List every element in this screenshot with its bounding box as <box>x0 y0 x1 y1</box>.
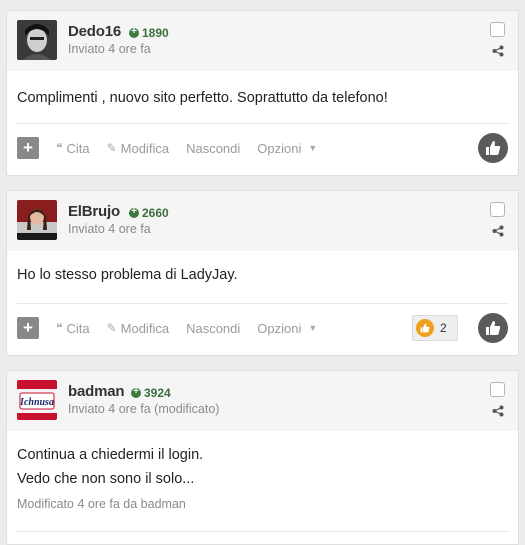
post-text-line: Vedo che non sono il solo... <box>17 471 195 487</box>
divider <box>17 303 508 304</box>
options-dropdown[interactable]: Opzioni ▼ <box>257 141 317 156</box>
thumbs-up-icon <box>486 321 501 335</box>
pencil-icon: ✎ <box>106 321 117 335</box>
post-text: Ho lo stesso problema di LadyJay. <box>17 267 238 283</box>
edit-button[interactable]: ✎ Modifica <box>107 141 169 156</box>
post-timestamp[interactable]: Inviato 4 ore fa <box>68 222 151 236</box>
plus-circle-icon <box>129 208 139 218</box>
select-checkbox[interactable] <box>490 22 505 37</box>
plus-circle-icon <box>131 388 141 398</box>
username[interactable]: Dedo16 <box>68 23 121 40</box>
reaction-count[interactable]: 2 <box>412 315 458 341</box>
multiquote-button[interactable]: + <box>17 137 39 159</box>
share-icon[interactable] <box>492 405 504 417</box>
post-timestamp[interactable]: Inviato 4 ore fa (modificato) <box>68 402 219 416</box>
edit-button[interactable]: ✎ Modifica <box>107 321 169 336</box>
post-header: ElBrujo 2660 Inviato 4 ore fa <box>7 191 518 251</box>
post-content: Complimenti , nuovo sito perfetto. Sopra… <box>7 71 518 110</box>
reputation-value: 1890 <box>142 26 169 40</box>
reputation-badge: 3924 <box>131 386 171 400</box>
divider <box>17 123 508 124</box>
multiquote-button[interactable]: + <box>17 317 39 339</box>
avatar[interactable] <box>17 20 57 60</box>
share-icon[interactable] <box>492 45 504 57</box>
like-button[interactable] <box>478 313 508 343</box>
post: ElBrujo 2660 Inviato 4 ore fa Ho lo stes… <box>6 190 519 356</box>
divider <box>17 531 508 532</box>
post: Ichnusa badman 3924 Inviato 4 ore fa (mo… <box>6 370 519 545</box>
avatar[interactable]: Ichnusa <box>17 380 57 420</box>
select-checkbox[interactable] <box>490 382 505 397</box>
avatar[interactable] <box>17 200 57 240</box>
reputation-value: 2660 <box>142 206 169 220</box>
hide-button[interactable]: Nascondi <box>186 321 240 336</box>
quote-button[interactable]: ❝ Cita <box>56 141 90 156</box>
reputation-badge: 2660 <box>129 206 169 220</box>
quote-icon: ❝ <box>56 321 63 335</box>
post-content: Ho lo stesso problema di LadyJay. <box>7 251 518 287</box>
post-content: Continua a chiedermi il login. Vedo che … <box>7 431 518 511</box>
reputation-value: 3924 <box>144 386 171 400</box>
pencil-icon: ✎ <box>106 141 117 155</box>
caret-down-icon: ▼ <box>308 323 318 333</box>
caret-down-icon: ▼ <box>308 143 318 153</box>
quote-button[interactable]: ❝ Cita <box>56 321 90 336</box>
reaction-count-value: 2 <box>440 321 447 335</box>
edited-note: Modificato 4 ore fa da badman <box>17 497 186 511</box>
post-controls: + ❝ Cita ✎ Modifica Nascondi Opzioni ▼ <box>17 133 508 163</box>
quote-icon: ❝ <box>56 141 63 155</box>
thumbs-up-icon <box>486 141 501 155</box>
post-header: Dedo16 1890 Inviato 4 ore fa <box>7 11 518 71</box>
avatar-logo-text: Ichnusa <box>19 397 54 408</box>
like-button[interactable] <box>478 133 508 163</box>
post-timestamp[interactable]: Inviato 4 ore fa <box>68 42 151 56</box>
share-icon[interactable] <box>492 225 504 237</box>
post-text-line: Continua a chiedermi il login. <box>17 447 204 463</box>
post-header: Ichnusa badman 3924 Inviato 4 ore fa (mo… <box>7 371 518 431</box>
post: Dedo16 1890 Inviato 4 ore fa Complimenti… <box>6 10 519 176</box>
username[interactable]: ElBrujo <box>68 203 120 220</box>
select-checkbox[interactable] <box>490 202 505 217</box>
options-dropdown[interactable]: Opzioni ▼ <box>257 321 317 336</box>
hide-button[interactable]: Nascondi <box>186 141 240 156</box>
reputation-badge: 1890 <box>129 26 169 40</box>
username[interactable]: badman <box>68 383 125 400</box>
post-text: Complimenti , nuovo sito perfetto. Sopra… <box>17 90 388 106</box>
like-reaction-icon <box>416 319 434 337</box>
plus-circle-icon <box>129 28 139 38</box>
